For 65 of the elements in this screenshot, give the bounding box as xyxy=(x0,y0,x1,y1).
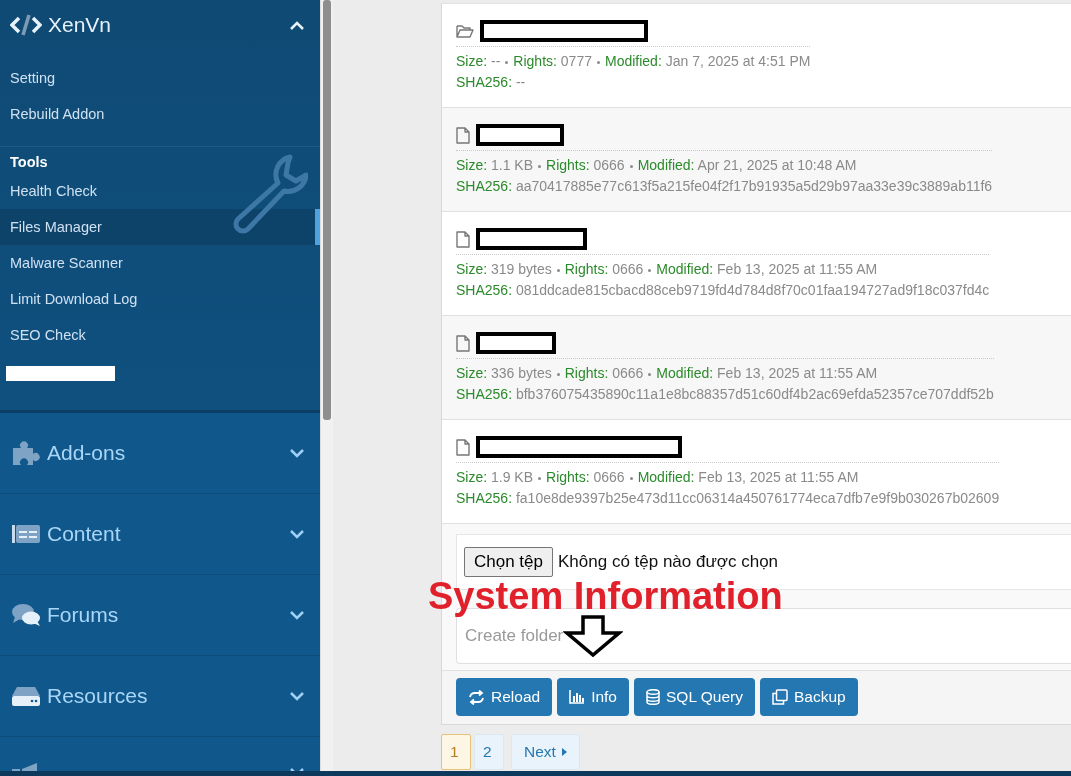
section-header[interactable]: Add-ons xyxy=(0,413,320,494)
page-button[interactable]: 2 xyxy=(474,734,504,770)
file-meta: Size: 319 bytes Rights: 0666 Modified: Feb 13, 2025 at 11:55 AM xyxy=(456,260,879,279)
separator-dot xyxy=(556,268,560,272)
file-status: Không có tệp nào được chọn xyxy=(558,552,779,572)
separator-dot xyxy=(538,476,542,480)
file-meta: Size: -- Rights: 0777 Modified: Jan 7, 2025 at 4:51 PM xyxy=(456,52,811,71)
action-button[interactable]: Backup xyxy=(759,678,858,716)
folder-icon xyxy=(456,24,474,38)
separator-dot xyxy=(538,164,542,168)
file-icon xyxy=(456,230,470,248)
file-icon xyxy=(456,126,470,144)
file-hash: SHA256: aa70417885e77c613f5a215fe04f2f17b91935a5d29b97aa33e39c3889ab11f6 xyxy=(456,177,993,196)
section-heading: Tools xyxy=(9,153,49,172)
file-icon xyxy=(456,438,470,456)
nav-link[interactable]: Rebuild Addon xyxy=(0,96,320,132)
file-meta: Size: 1.9 KB Rights: 0666 Modified: Feb 13, 2025 at 11:55 AM xyxy=(456,468,860,487)
page-button[interactable]: 1 xyxy=(441,734,471,770)
action-button[interactable]: SQL Query xyxy=(634,678,755,716)
bar-chart-icon xyxy=(569,690,586,704)
nav-link[interactable]: Health Check xyxy=(0,173,320,209)
file-icon xyxy=(456,334,470,352)
sync-icon xyxy=(468,689,485,705)
nav-link[interactable]: Limit Download Log xyxy=(0,281,320,317)
file-meta: Size: 336 bytes Rights: 0666 Modified: Feb 13, 2025 at 11:55 AM xyxy=(456,364,879,383)
chat-bubbles-icon xyxy=(11,603,41,627)
section-header[interactable]: Resources xyxy=(0,656,320,737)
scrollbar[interactable] xyxy=(320,0,333,771)
chevron-down-icon xyxy=(289,529,305,539)
nav-link[interactable]: Files Manager xyxy=(0,209,320,245)
file-meta: Size: 1.1 KB Rights: 0666 Modified: Apr 21, 2025 at 10:48 AM xyxy=(456,156,858,175)
database-icon xyxy=(646,689,660,705)
action-button[interactable]: Reload xyxy=(456,678,553,716)
section-header[interactable]: Content xyxy=(0,494,320,575)
separator-dot xyxy=(556,372,560,376)
down-arrow-icon xyxy=(563,615,623,657)
nav-link[interactable]: Malware Scanner xyxy=(0,245,320,281)
nav-link[interactable]: SEO Check xyxy=(0,317,320,353)
chevron-down-icon xyxy=(289,448,305,458)
separator-dot xyxy=(505,60,509,64)
file-hash: SHA256: -- xyxy=(456,73,527,92)
puzzle-icon xyxy=(11,440,41,466)
brand-title: XenVn xyxy=(48,13,112,37)
brand-header[interactable]: XenVn xyxy=(0,0,320,50)
chevron-up-icon xyxy=(289,20,305,30)
file-hash: SHA256: fa10e8de9397b25e473d11cc06314a450761774eca7dfb7e9f9b030267b02609 xyxy=(456,489,1000,508)
section-header[interactable]: Forums xyxy=(0,575,320,656)
chevron-down-icon xyxy=(289,691,305,701)
action-button[interactable]: Info xyxy=(557,678,629,716)
separator-dot xyxy=(596,60,600,64)
code-icon xyxy=(10,14,42,36)
nav-link[interactable]: Setting xyxy=(0,60,320,96)
separator-dot xyxy=(648,268,652,272)
separator-dot xyxy=(629,164,633,168)
hard-drive-icon xyxy=(11,685,41,707)
separator-dot xyxy=(629,476,633,480)
file-hash: SHA256: 081ddcade815cbacd88ceb9719fd4d784d8f70c01faa194727ad9f18c037fd4c xyxy=(456,281,990,300)
chevron-down-icon xyxy=(289,610,305,620)
newspaper-icon xyxy=(11,523,41,545)
next-page-button[interactable]: Next xyxy=(511,734,580,770)
copy-icon xyxy=(771,689,788,705)
caret-icon xyxy=(561,748,567,756)
separator-dot xyxy=(648,372,652,376)
choose-file-button[interactable]: Chọn tệp xyxy=(464,547,553,577)
file-hash: SHA256: bfb376075435890c11a1e8bc88357d51c60df4b2ac69efda52357ce707ddf52b xyxy=(456,385,994,404)
